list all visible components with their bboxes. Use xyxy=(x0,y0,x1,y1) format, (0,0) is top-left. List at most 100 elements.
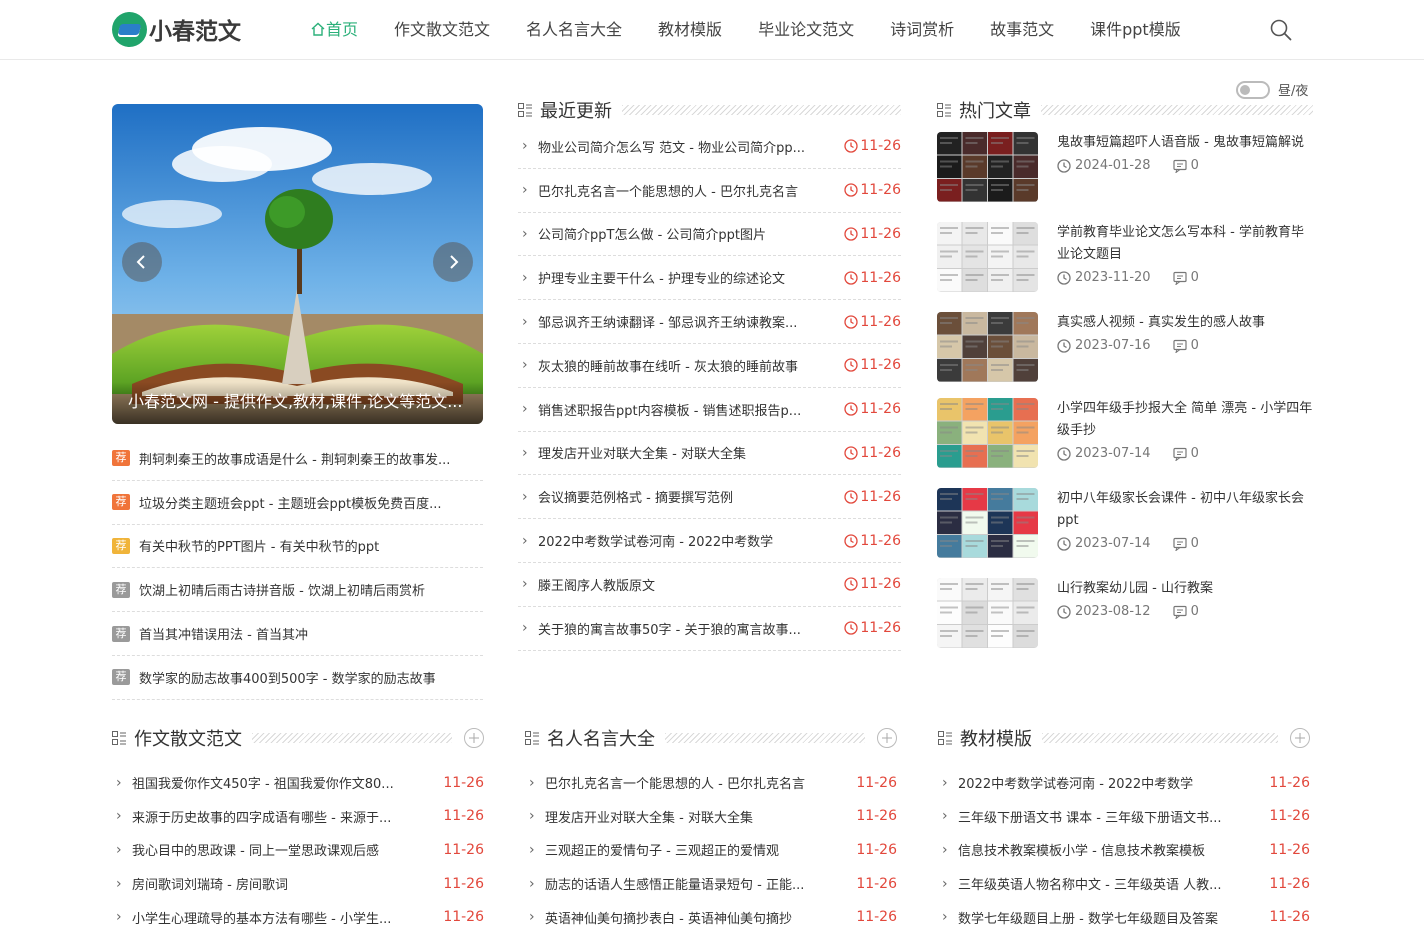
hero-slider[interactable]: 小春范文网 - 提供作文,教材,课件,论文等范文... xyxy=(112,104,483,424)
latest-item[interactable]: › 销售述职报告ppt内容模板 - 销售述职报告p... 11-26 xyxy=(518,388,901,432)
hot-article[interactable]: 山行教案幼儿园 - 山行教案 2023-08-12 0 xyxy=(937,578,1313,648)
hot-article[interactable]: 学前教育毕业论文怎么写本科 - 学前教育毕业论文题目 2023-11-20 0 xyxy=(937,222,1313,292)
latest-item[interactable]: › 公司简介ppT怎么做 - 公司简介ppt图片 11-26 xyxy=(518,213,901,257)
recommend-link[interactable]: 首当其冲错误用法 - 首当其冲 xyxy=(139,624,483,643)
column-item[interactable]: › 我心目中的思政课 - 同上一堂思政课观后感 11-26 xyxy=(112,833,484,867)
hot-article[interactable]: 鬼故事短篇超吓人语音版 - 鬼故事短篇解说 2024-01-28 0 xyxy=(937,132,1313,202)
column-item[interactable]: › 小学生心理疏导的基本方法有哪些 - 小学生... 11-26 xyxy=(112,900,484,934)
latest-item[interactable]: › 理发店开业对联大全集 - 对联大全集 11-26 xyxy=(518,432,901,476)
column-link[interactable]: 房间歌词刘瑞琦 - 房间歌词 xyxy=(132,874,413,893)
article-thumbnail[interactable] xyxy=(937,578,1038,648)
column-item[interactable]: › 三观超正的爱情句子 - 三观超正的爱情观 11-26 xyxy=(525,833,897,867)
hot-article-title[interactable]: 学前教育毕业论文怎么写本科 - 学前教育毕业论文题目 xyxy=(1057,222,1313,266)
slide-prev-button[interactable] xyxy=(122,242,162,282)
recommend-link[interactable]: 饮湖上初晴后雨古诗拼音版 - 饮湖上初晴后雨赏析 xyxy=(139,580,483,599)
latest-link[interactable]: 灰太狼的睡前故事在线听 - 灰太狼的睡前故事 xyxy=(538,356,814,375)
latest-link[interactable]: 2022中考数学试卷河南 - 2022中考数学 xyxy=(538,531,814,550)
recommend-item[interactable]: 荐荆轲刺秦王的故事成语是什么 - 荆轲刺秦王的故事发... xyxy=(112,437,483,481)
column-link[interactable]: 巴尔扎克名言一个能思想的人 - 巴尔扎克名言 xyxy=(545,773,826,792)
column-item[interactable]: › 励志的话语人生感悟正能量语录短句 - 正能... 11-26 xyxy=(525,867,897,901)
latest-link[interactable]: 巴尔扎克名言一个能思想的人 - 巴尔扎克名言 xyxy=(538,181,814,200)
latest-item[interactable]: › 护理专业主要干什么 - 护理专业的综述论文 11-26 xyxy=(518,256,901,301)
latest-item[interactable]: › 巴尔扎克名言一个能思想的人 - 巴尔扎克名言 11-26 xyxy=(518,169,901,213)
latest-link[interactable]: 邹忌讽齐王纳谏翻译 - 邹忌讽齐王纳谏教案... xyxy=(538,312,814,331)
hot-article[interactable]: 小学四年级手抄报大全 简单 漂亮 - 小学四年级手抄 2023-07-14 0 xyxy=(937,398,1313,468)
recommend-link[interactable]: 数学家的励志故事400到500字 - 数学家的励志故事 xyxy=(139,668,483,687)
column-item[interactable]: › 理发店开业对联大全集 - 对联大全集 11-26 xyxy=(525,800,897,834)
latest-link[interactable]: 滕王阁序人教版原文 xyxy=(538,575,814,594)
column-link[interactable]: 2022中考数学试卷河南 - 2022中考数学 xyxy=(958,773,1239,792)
column-link[interactable]: 理发店开业对联大全集 - 对联大全集 xyxy=(545,807,826,826)
latest-link[interactable]: 公司简介ppT怎么做 - 公司简介ppt图片 xyxy=(538,224,814,243)
latest-link[interactable]: 销售述职报告ppt内容模板 - 销售述职报告p... xyxy=(538,400,814,419)
more-plus-icon[interactable] xyxy=(1290,728,1310,748)
column-item[interactable]: › 房间歌词刘瑞琦 - 房间歌词 11-26 xyxy=(112,867,484,901)
recommend-link[interactable]: 垃圾分类主题班会ppt - 主题班会ppt模板免费百度... xyxy=(139,493,483,512)
article-thumbnail[interactable] xyxy=(937,312,1038,382)
article-thumbnail[interactable] xyxy=(937,398,1038,468)
latest-link[interactable]: 关于狼的寓言故事50字 - 关于狼的寓言故事... xyxy=(538,619,814,638)
nav-item[interactable]: 故事范文 xyxy=(990,0,1054,60)
column-item[interactable]: › 三年级下册语文书 课本 - 三年级下册语文书... 11-26 xyxy=(938,800,1310,834)
latest-item[interactable]: › 邹忌讽齐王纳谏翻译 - 邹忌讽齐王纳谏教案... 11-26 xyxy=(518,300,901,344)
recommend-item[interactable]: 荐垃圾分类主题班会ppt - 主题班会ppt模板免费百度... xyxy=(112,481,483,525)
latest-item[interactable]: › 2022中考数学试卷河南 - 2022中考数学 11-26 xyxy=(518,519,901,563)
hot-article-title[interactable]: 初中八年级家长会课件 - 初中八年级家长会ppt xyxy=(1057,488,1313,532)
column-link[interactable]: 我心目中的思政课 - 同上一堂思政课观后感 xyxy=(132,840,413,859)
column-link[interactable]: 三年级下册语文书 课本 - 三年级下册语文书... xyxy=(958,807,1239,826)
recommend-item[interactable]: 荐数学家的励志故事400到500字 - 数学家的励志故事 xyxy=(112,656,483,700)
latest-item[interactable]: › 关于狼的寓言故事50字 - 关于狼的寓言故事... 11-26 xyxy=(518,607,901,651)
latest-link[interactable]: 物业公司简介怎么写 范文 - 物业公司简介pp... xyxy=(538,137,814,156)
latest-item[interactable]: › 灰太狼的睡前故事在线听 - 灰太狼的睡前故事 11-26 xyxy=(518,344,901,388)
column-link[interactable]: 信息技术教案模板小学 - 信息技术教案模板 xyxy=(958,840,1239,859)
latest-item[interactable]: › 滕王阁序人教版原文 11-26 xyxy=(518,563,901,607)
nav-item[interactable]: 课件ppt模版 xyxy=(1090,0,1181,60)
column-link[interactable]: 数学七年级题目上册 - 数学七年级题目及答案 xyxy=(958,908,1239,927)
hot-article-title[interactable]: 山行教案幼儿园 - 山行教案 xyxy=(1057,578,1313,600)
column-link[interactable]: 励志的话语人生感悟正能量语录短句 - 正能... xyxy=(545,874,826,893)
column-item[interactable]: › 巴尔扎克名言一个能思想的人 - 巴尔扎克名言 11-26 xyxy=(525,766,897,800)
slide-next-button[interactable] xyxy=(433,242,473,282)
column-item[interactable]: › 三年级英语人物名称中文 - 三年级英语 人教... 11-26 xyxy=(938,867,1310,901)
column-link[interactable]: 小学生心理疏导的基本方法有哪些 - 小学生... xyxy=(132,908,413,927)
nav-item[interactable]: 作文散文范文 xyxy=(394,0,490,60)
search-icon[interactable] xyxy=(1270,19,1292,41)
column-link[interactable]: 三观超正的爱情句子 - 三观超正的爱情观 xyxy=(545,840,826,859)
hot-article[interactable]: 真实感人视频 - 真实发生的感人故事 2023-07-16 0 xyxy=(937,312,1313,382)
column-item[interactable]: › 祖国我爱你作文450字 - 祖国我爱你作文80... 11-26 xyxy=(112,766,484,800)
column-item[interactable]: › 来源于历史故事的四字成语有哪些 - 来源于... 11-26 xyxy=(112,800,484,834)
column-link[interactable]: 来源于历史故事的四字成语有哪些 - 来源于... xyxy=(132,807,413,826)
latest-item[interactable]: › 会议摘要范例格式 - 摘要撰写范例 11-26 xyxy=(518,475,901,520)
column-item[interactable]: › 信息技术教案模板小学 - 信息技术教案模板 11-26 xyxy=(938,833,1310,867)
recommend-item[interactable]: 荐饮湖上初晴后雨古诗拼音版 - 饮湖上初晴后雨赏析 xyxy=(112,568,483,613)
column-item[interactable]: › 数学七年级题目上册 - 数学七年级题目及答案 11-26 xyxy=(938,900,1310,934)
latest-link[interactable]: 护理专业主要干什么 - 护理专业的综述论文 xyxy=(538,268,814,287)
site-logo[interactable]: 小春范文 xyxy=(112,11,241,47)
hot-article-title[interactable]: 鬼故事短篇超吓人语音版 - 鬼故事短篇解说 xyxy=(1057,132,1313,154)
latest-link[interactable]: 理发店开业对联大全集 - 对联大全集 xyxy=(538,443,814,462)
article-thumbnail[interactable] xyxy=(937,132,1038,202)
column-item[interactable]: › 2022中考数学试卷河南 - 2022中考数学 11-26 xyxy=(938,766,1310,800)
more-plus-icon[interactable] xyxy=(464,728,484,748)
article-thumbnail[interactable] xyxy=(937,488,1038,558)
column-link[interactable]: 英语神仙美句摘抄表白 - 英语神仙美句摘抄 xyxy=(545,908,826,927)
nav-item[interactable]: 诗词赏析 xyxy=(890,0,954,60)
column-link[interactable]: 祖国我爱你作文450字 - 祖国我爱你作文80... xyxy=(132,773,413,792)
latest-item[interactable]: › 物业公司简介怎么写 范文 - 物业公司简介pp... 11-26 xyxy=(518,125,901,169)
recommend-item[interactable]: 荐有关中秋节的PPT图片 - 有关中秋节的ppt xyxy=(112,525,483,569)
hot-article-title[interactable]: 小学四年级手抄报大全 简单 漂亮 - 小学四年级手抄 xyxy=(1057,398,1313,442)
recommend-item[interactable]: 荐首当其冲错误用法 - 首当其冲 xyxy=(112,612,483,656)
nav-item[interactable]: 首页 xyxy=(310,0,358,60)
nav-item[interactable]: 毕业论文范文 xyxy=(758,0,854,60)
column-item[interactable]: › 英语神仙美句摘抄表白 - 英语神仙美句摘抄 11-26 xyxy=(525,900,897,934)
hot-article-title[interactable]: 真实感人视频 - 真实发生的感人故事 xyxy=(1057,312,1313,334)
nav-item[interactable]: 名人名言大全 xyxy=(526,0,622,60)
slide-caption[interactable]: 小春范文网 - 提供作文,教材,课件,论文等范文... xyxy=(112,382,483,424)
recommend-link[interactable]: 有关中秋节的PPT图片 - 有关中秋节的ppt xyxy=(139,536,483,555)
column-link[interactable]: 三年级英语人物名称中文 - 三年级英语 人教... xyxy=(958,874,1239,893)
nav-item[interactable]: 教材模版 xyxy=(658,0,722,60)
hot-article[interactable]: 初中八年级家长会课件 - 初中八年级家长会ppt 2023-07-14 0 xyxy=(937,488,1313,558)
article-thumbnail[interactable] xyxy=(937,222,1038,292)
recommend-link[interactable]: 荆轲刺秦王的故事成语是什么 - 荆轲刺秦王的故事发... xyxy=(139,449,483,468)
more-plus-icon[interactable] xyxy=(877,728,897,748)
